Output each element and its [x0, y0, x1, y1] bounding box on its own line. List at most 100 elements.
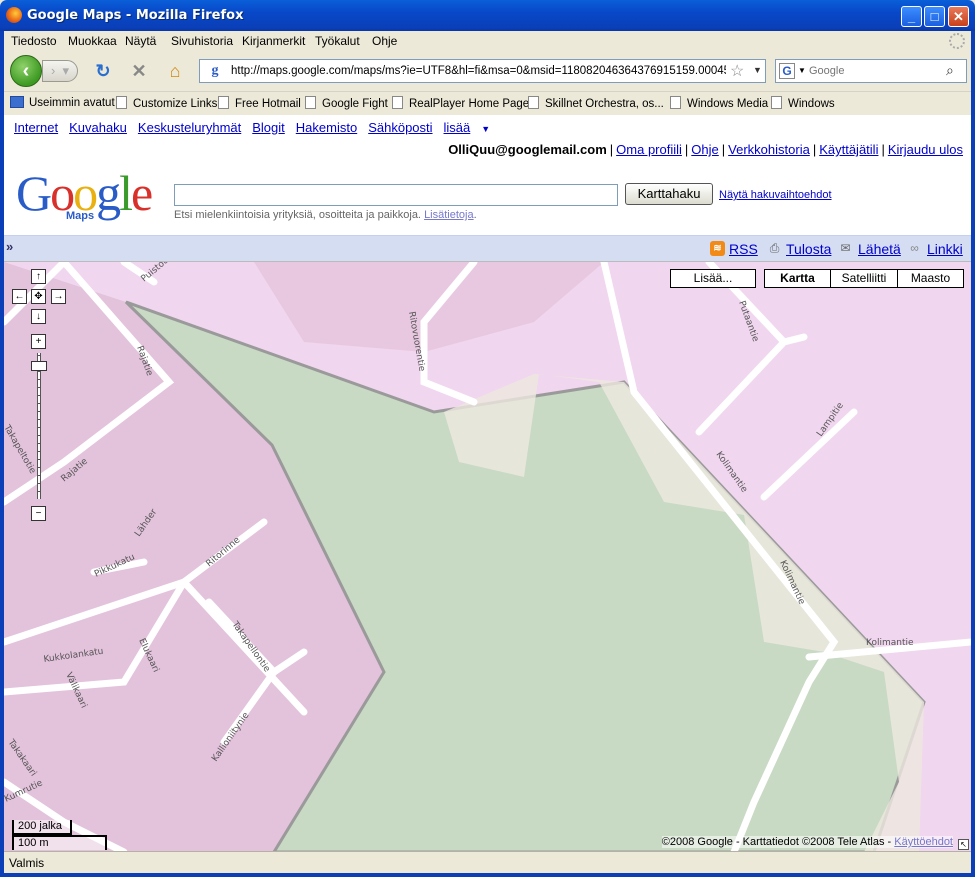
search-input[interactable]: [809, 63, 944, 79]
page-icon: [670, 96, 681, 109]
nav-kuvahaku[interactable]: Kuvahaku: [69, 120, 127, 135]
link-kirjaudu-ulos[interactable]: Kirjaudu ulos: [888, 142, 963, 157]
page-icon: [218, 96, 229, 109]
reload-icon[interactable]: ↻: [92, 60, 114, 82]
link-kayttajatili[interactable]: Käyttäjätili: [819, 142, 878, 157]
search-icon[interactable]: ⌕: [946, 62, 954, 79]
link-icon: ∞: [910, 241, 919, 255]
bookmark-customize-links[interactable]: Customize Links: [116, 96, 217, 110]
url-text[interactable]: http://maps.google.com/maps/ms?ie=UTF8&h…: [231, 65, 726, 77]
search-hint: Etsi mielenkiintoisia yrityksiä, osoitte…: [174, 209, 477, 221]
copyright-text: ©2008 Google - Karttatiedot ©2008 Tele A…: [661, 836, 892, 848]
zoom-out-icon[interactable]: −: [31, 506, 46, 521]
print-icon: ⎙: [769, 241, 780, 255]
nav-hakemisto[interactable]: Hakemisto: [296, 120, 357, 135]
window-title: Google Maps - Mozilla Firefox: [27, 8, 244, 23]
search-options-link[interactable]: Näytä hakuvaihtoehdot: [719, 189, 832, 201]
bookmark-free-hotmail[interactable]: Free Hotmail: [218, 96, 301, 110]
more-info-link[interactable]: Lisätietoja: [424, 209, 474, 221]
map-type-maasto[interactable]: Maasto: [897, 269, 964, 288]
bookmark-useimmin-avatut[interactable]: Useimmin avatut: [10, 96, 115, 109]
maximize-button[interactable]: □: [924, 6, 945, 27]
map-canvas[interactable]: Puistot Rajatie Ritovuorentie Putaantie …: [4, 261, 971, 851]
nav-lisaa[interactable]: lisää: [444, 120, 471, 135]
menu-ohje[interactable]: Ohje: [372, 34, 397, 48]
firefox-icon: [6, 7, 22, 23]
road-label: Kolimantie: [866, 638, 914, 648]
nav-blogit[interactable]: Blogit: [252, 120, 285, 135]
bookmark-windows[interactable]: Windows: [771, 96, 835, 110]
map-type-satelliitti[interactable]: Satelliitti: [830, 269, 898, 288]
menu-sivuhistoria[interactable]: Sivuhistoria: [171, 34, 233, 48]
scale-metric: 100 m: [12, 835, 107, 850]
bookmark-label: RealPlayer Home Page: [409, 98, 530, 110]
pan-up-icon[interactable]: ↑: [31, 269, 46, 284]
more-layers-button[interactable]: Lisää...: [670, 269, 756, 288]
karttahaku-button[interactable]: Karttahaku: [625, 183, 713, 205]
site-favicon-icon: g: [211, 63, 219, 78]
map-toolstrip: » ≋ RSS ⎙ Tulosta ✉ Lähetä ∞ Linkki: [4, 235, 971, 261]
pan-left-icon[interactable]: ←: [12, 289, 27, 304]
map-type-kartta[interactable]: Kartta: [764, 269, 831, 288]
bookmark-label: Google Fight: [322, 98, 388, 110]
search-bar: G ▼ ⌕: [775, 59, 967, 83]
send-link[interactable]: Lähetä: [858, 241, 901, 257]
expand-panel-icon[interactable]: »: [6, 239, 13, 254]
nav-internet[interactable]: Internet: [14, 120, 58, 135]
menu-tyokalut[interactable]: Työkalut: [315, 34, 360, 48]
home-icon[interactable]: ⌂: [164, 60, 186, 82]
menu-kirjanmerkit[interactable]: Kirjanmerkit: [242, 34, 305, 48]
nav-lisaa-label: lisää: [443, 120, 471, 135]
link-link[interactable]: Linkki: [927, 241, 963, 257]
zoom-slider-track[interactable]: [37, 353, 41, 499]
url-dropdown-icon[interactable]: ▼: [753, 65, 762, 75]
minimize-button[interactable]: _: [901, 6, 922, 27]
bookmark-realplayer[interactable]: RealPlayer Home Page: [392, 96, 529, 110]
status-bar: Valmis: [4, 851, 971, 873]
bookmark-skillnet[interactable]: Skillnet Orchestra, os...: [528, 96, 664, 110]
close-button[interactable]: ✕: [948, 6, 969, 27]
nav-sahkoposti[interactable]: Sähköposti: [368, 120, 432, 135]
map-graphics: Puistot Rajatie Ritovuorentie Putaantie …: [4, 262, 971, 851]
menu-nayta[interactable]: Näytä: [125, 34, 156, 48]
page-icon: [392, 96, 403, 109]
link-ohje[interactable]: Ohje: [691, 142, 718, 157]
zoom-slider-handle[interactable]: [31, 361, 47, 371]
rss-icon: ≋: [710, 241, 725, 256]
forward-button[interactable]: › ▾: [42, 60, 78, 82]
residential-area: [254, 262, 604, 352]
page-icon: [305, 96, 316, 109]
email-icon: ✉: [840, 241, 851, 255]
maps-search-input[interactable]: [174, 184, 618, 206]
back-button[interactable]: ‹: [10, 55, 42, 87]
menu-tiedosto[interactable]: Tiedosto: [11, 34, 57, 48]
maps-search-field[interactable]: [175, 185, 617, 205]
smart-folder-icon: [10, 96, 24, 108]
menu-muokkaa[interactable]: Muokkaa: [68, 34, 117, 48]
logo-maps: Maps: [66, 210, 95, 222]
search-engine-dropdown-icon[interactable]: ▼: [798, 66, 806, 75]
zoom-in-icon[interactable]: +: [31, 334, 46, 349]
url-bar[interactable]: g http://maps.google.com/maps/ms?ie=UTF8…: [199, 59, 766, 83]
terms-link[interactable]: Käyttöehdot: [894, 836, 953, 848]
map-copyright: ©2008 Google - Karttatiedot ©2008 Tele A…: [661, 836, 953, 848]
chevron-down-icon[interactable]: ▼: [481, 124, 490, 134]
pan-right-icon[interactable]: →: [51, 289, 66, 304]
rss-link[interactable]: RSS: [729, 241, 758, 257]
bookmark-label: Windows: [788, 98, 835, 110]
search-engine-icon[interactable]: G: [779, 63, 795, 79]
print-link[interactable]: Tulosta: [786, 241, 831, 257]
bookmark-windows-media[interactable]: Windows Media: [670, 96, 768, 110]
nav-keskusteluryhmat[interactable]: Keskusteluryhmät: [138, 120, 241, 135]
bookmark-star-icon[interactable]: ☆: [730, 61, 744, 81]
google-maps-logo[interactable]: Google Maps: [16, 168, 166, 228]
stop-icon[interactable]: ✕: [128, 60, 150, 82]
search-hint-text: Etsi mielenkiintoisia yrityksiä, osoitte…: [174, 209, 421, 221]
link-oma-profiili[interactable]: Oma profiili: [616, 142, 682, 157]
link-verkkohistoria[interactable]: Verkkohistoria: [728, 142, 810, 157]
bookmark-label: Free Hotmail: [235, 98, 301, 110]
pan-down-icon[interactable]: ↓: [31, 309, 46, 324]
bookmark-google-fight[interactable]: Google Fight: [305, 96, 388, 110]
pan-center-icon[interactable]: ✥: [31, 289, 46, 304]
overview-toggle-icon[interactable]: ↖: [958, 839, 969, 850]
